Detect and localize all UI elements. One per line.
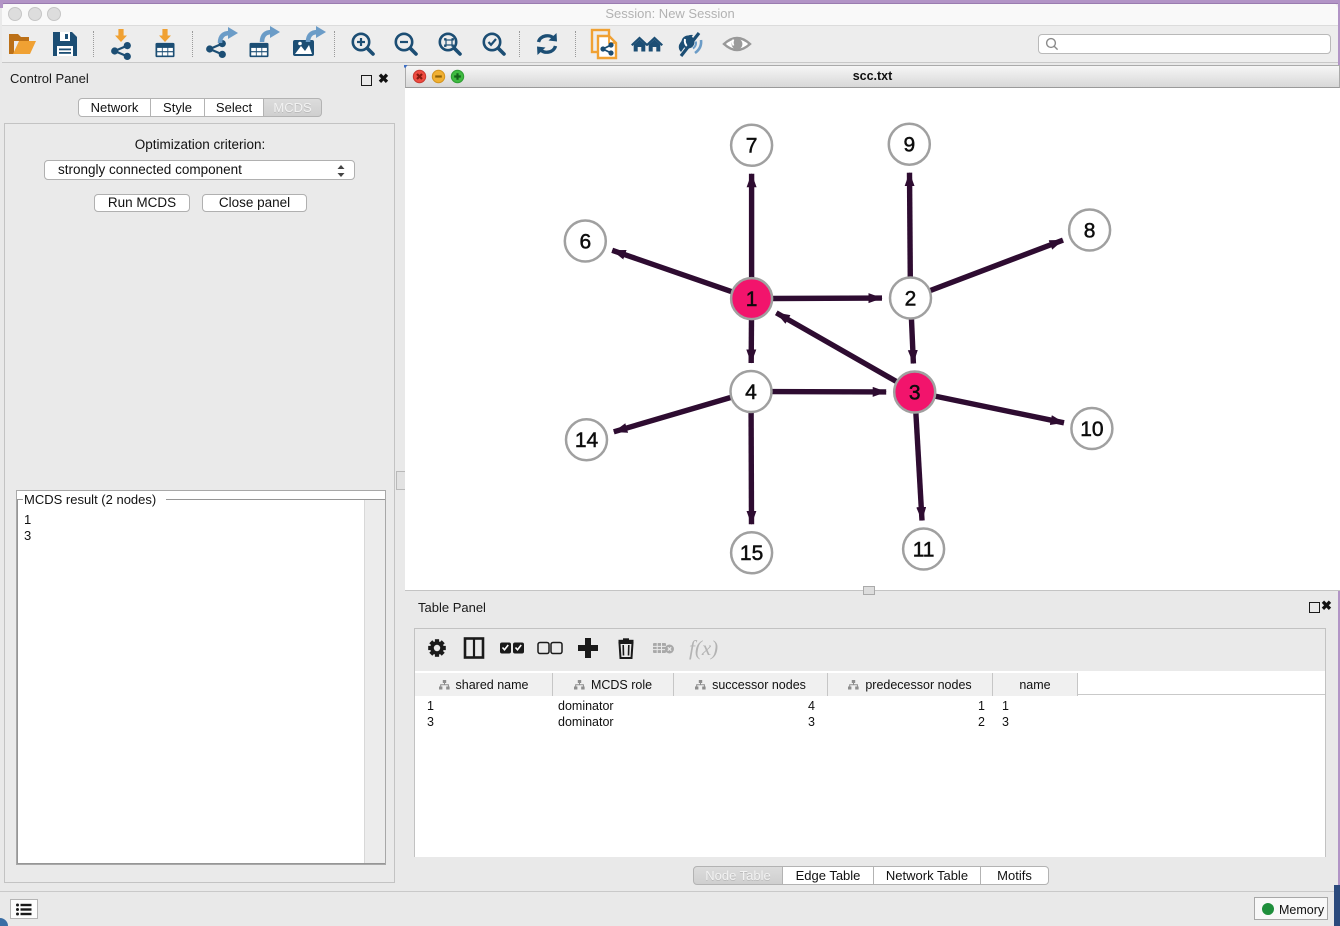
svg-text:2: 2 xyxy=(905,287,917,310)
svg-text:1: 1 xyxy=(746,288,758,311)
svg-text:7: 7 xyxy=(746,135,758,158)
svg-text:11: 11 xyxy=(913,538,935,561)
svg-text:14: 14 xyxy=(575,429,599,452)
svg-text:10: 10 xyxy=(1080,418,1103,441)
svg-text:8: 8 xyxy=(1084,219,1096,242)
svg-text:6: 6 xyxy=(579,230,591,253)
svg-text:3: 3 xyxy=(909,381,921,404)
svg-text:15: 15 xyxy=(740,542,763,565)
svg-text:9: 9 xyxy=(903,134,915,157)
svg-text:f(x): f(x) xyxy=(689,636,718,660)
svg-text:4: 4 xyxy=(745,381,757,404)
